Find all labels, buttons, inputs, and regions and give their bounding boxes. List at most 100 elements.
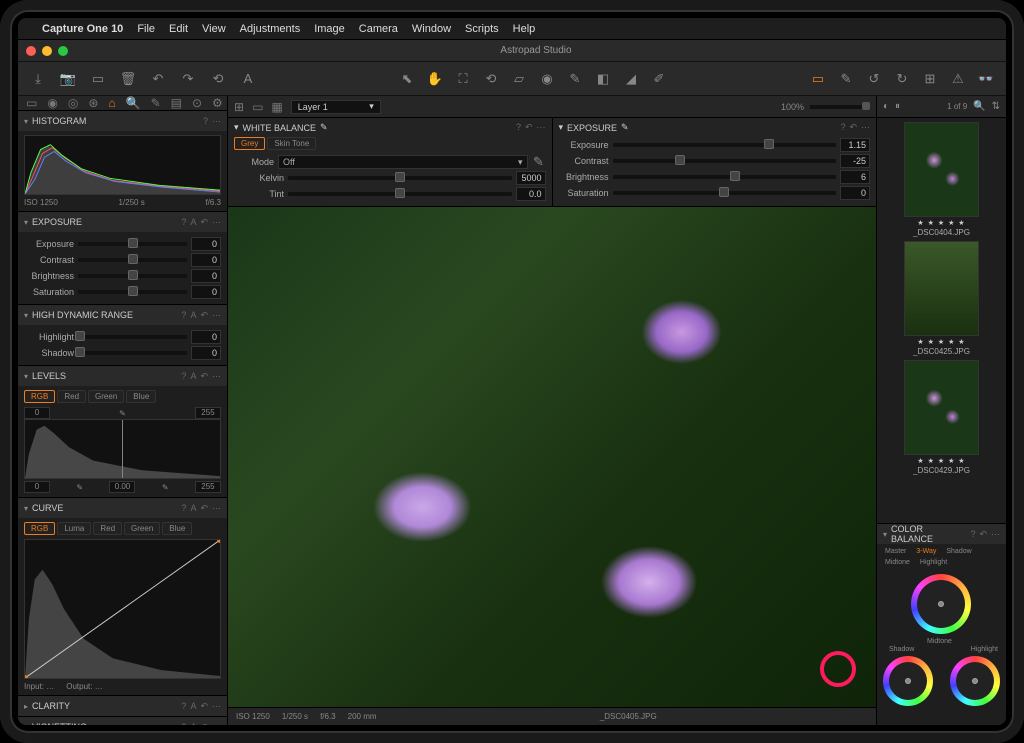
wb-mode-select[interactable]: Off▾ (278, 155, 528, 169)
view-multi-icon[interactable]: ▦ (271, 100, 282, 114)
close-button[interactable] (26, 46, 36, 56)
tab-exposure-icon[interactable]: ⌂ (108, 96, 115, 110)
brush-icon[interactable]: ✎ (565, 69, 585, 89)
image-viewport[interactable] (228, 207, 876, 707)
help-icon[interactable]: ? (203, 116, 208, 127)
menu-view[interactable]: View (202, 23, 226, 35)
tab-lens-icon[interactable]: ◎ (68, 96, 78, 110)
rotate-right-icon[interactable]: ↻ (892, 69, 912, 89)
menu-image[interactable]: Image (314, 23, 345, 35)
redo-icon[interactable]: ↷ (178, 69, 198, 89)
levels-out-mid[interactable]: 0.00 (109, 481, 135, 493)
wb-tab[interactable]: Grey (234, 137, 265, 150)
chevron-down-icon[interactable]: ▾ (24, 218, 28, 227)
curve-tab-luma[interactable]: Luma (57, 522, 91, 535)
wb-tab[interactable]: Skin Tone (267, 137, 316, 150)
wb-slider[interactable] (288, 192, 512, 196)
menu-window[interactable]: Window (412, 23, 451, 35)
exposure2-value[interactable]: 0 (840, 186, 870, 200)
thumbnail-item[interactable]: ★ ★ ★ ★ ★ _DSC0404.JPG (881, 122, 1002, 237)
exposure-value[interactable]: 0 (191, 253, 221, 267)
levels-out-lo[interactable]: 0 (24, 481, 50, 493)
rotate-tool-icon[interactable]: ⟲ (481, 69, 501, 89)
exposure-slider[interactable] (78, 242, 187, 246)
keystone-icon[interactable]: ▱ (509, 69, 529, 89)
chevron-down-icon[interactable]: ▾ (24, 311, 28, 320)
menu-adjustments[interactable]: Adjustments (240, 23, 301, 35)
levels-tab-blue[interactable]: Blue (126, 390, 156, 403)
curve-graph[interactable] (24, 539, 221, 679)
import-icon[interactable]: ⤓ (28, 69, 48, 89)
tab-library-icon[interactable]: ▭ (26, 96, 37, 110)
cb-tab[interactable]: 3-Way (912, 547, 940, 556)
chevron-down-icon[interactable]: ▾ (24, 372, 28, 381)
menu-icon[interactable]: ⋯ (212, 116, 221, 127)
exposure-slider[interactable] (78, 274, 187, 278)
capture-icon[interactable]: 📷 (58, 69, 78, 89)
exposure2-slider[interactable] (613, 159, 837, 163)
sort-icon[interactable]: ⇅ (992, 101, 1000, 112)
view-single-icon[interactable]: ▭ (252, 100, 263, 114)
curve-tab-rgb[interactable]: RGB (24, 522, 55, 535)
spot-icon[interactable]: ◉ (537, 69, 557, 89)
chevron-down-icon[interactable]: ▾ (24, 117, 28, 126)
exposure2-slider[interactable] (613, 191, 837, 195)
hdr-value[interactable]: 0 (191, 330, 221, 344)
rotate-left-icon[interactable]: ↺ (864, 69, 884, 89)
exposure2-slider[interactable] (613, 143, 837, 147)
trash-icon[interactable]: 🗑 (118, 69, 138, 89)
menu-file[interactable]: File (137, 23, 155, 35)
midtone-wheel[interactable] (911, 574, 971, 634)
exposure2-value[interactable]: -25 (840, 154, 870, 168)
app-name[interactable]: Capture One 10 (42, 23, 123, 35)
hdr-slider[interactable] (78, 335, 187, 339)
undo-icon[interactable]: ↶ (148, 69, 168, 89)
wb-slider[interactable] (288, 176, 512, 180)
exposure-slider[interactable] (78, 290, 187, 294)
eraser-icon[interactable]: ◧ (593, 69, 613, 89)
exposure-value[interactable]: 0 (191, 237, 221, 251)
chevron-down-icon[interactable]: ▾ (883, 530, 887, 539)
levels-graph[interactable] (24, 419, 221, 479)
cb-tab[interactable]: Midtone (881, 558, 914, 567)
levels-in-lo[interactable]: 0 (24, 407, 50, 419)
cursor-icon[interactable]: ⬉ (397, 69, 417, 89)
chevron-right-icon[interactable]: ▸ (24, 723, 28, 726)
reset-icon[interactable]: ⟲ (208, 69, 228, 89)
exposure2-value[interactable]: 1.15 (840, 138, 870, 152)
eyedropper-icon[interactable]: ✎ (119, 409, 126, 418)
exposure2-slider[interactable] (613, 175, 837, 179)
reset-icon[interactable]: ↶ (200, 217, 208, 228)
chevron-right-icon[interactable]: ▸ (24, 702, 28, 711)
levels-tab-red[interactable]: Red (57, 390, 86, 403)
hand-icon[interactable]: ✋ (425, 69, 445, 89)
tab-capture-icon[interactable]: ◉ (47, 96, 57, 110)
levels-in-hi[interactable]: 255 (195, 407, 221, 419)
picker-icon[interactable]: ✐ (649, 69, 669, 89)
tab-settings-icon[interactable]: ⚙ (212, 96, 223, 110)
text-icon[interactable]: A (238, 69, 258, 89)
help-icon[interactable]: ? (181, 217, 186, 228)
eyedropper-icon[interactable]: ✎ (162, 483, 169, 492)
wb-value[interactable]: 5000 (516, 171, 546, 185)
hdr-value[interactable]: 0 (191, 346, 221, 360)
exposure-value[interactable]: 0 (191, 285, 221, 299)
levels-tab-green[interactable]: Green (88, 390, 124, 403)
menu-icon[interactable]: ⋯ (212, 217, 221, 228)
exposure2-value[interactable]: 6 (840, 170, 870, 184)
curve-tab-red[interactable]: Red (93, 522, 122, 535)
curve-tab-green[interactable]: Green (124, 522, 160, 535)
warning-icon[interactable]: ⚠ (948, 69, 968, 89)
levels-out-hi[interactable]: 255 (195, 481, 221, 493)
tab-color-icon[interactable]: ⊛ (88, 96, 98, 110)
edit-icon[interactable]: ✎ (320, 122, 328, 133)
crop-icon[interactable]: ⛶ (453, 69, 473, 89)
tab-metadata-icon[interactable]: ▤ (171, 96, 182, 110)
view-grid-icon[interactable]: ⊞ (234, 100, 244, 114)
batch-icon[interactable]: ▭ (88, 69, 108, 89)
exposure-value[interactable]: 0 (191, 269, 221, 283)
menu-scripts[interactable]: Scripts (465, 23, 499, 35)
cb-tab[interactable]: Highlight (916, 558, 951, 567)
thumbnail-item[interactable]: ★ ★ ★ ★ ★ _DSC0429.JPG (881, 360, 1002, 475)
eyedropper-icon[interactable]: ✎ (76, 483, 83, 492)
